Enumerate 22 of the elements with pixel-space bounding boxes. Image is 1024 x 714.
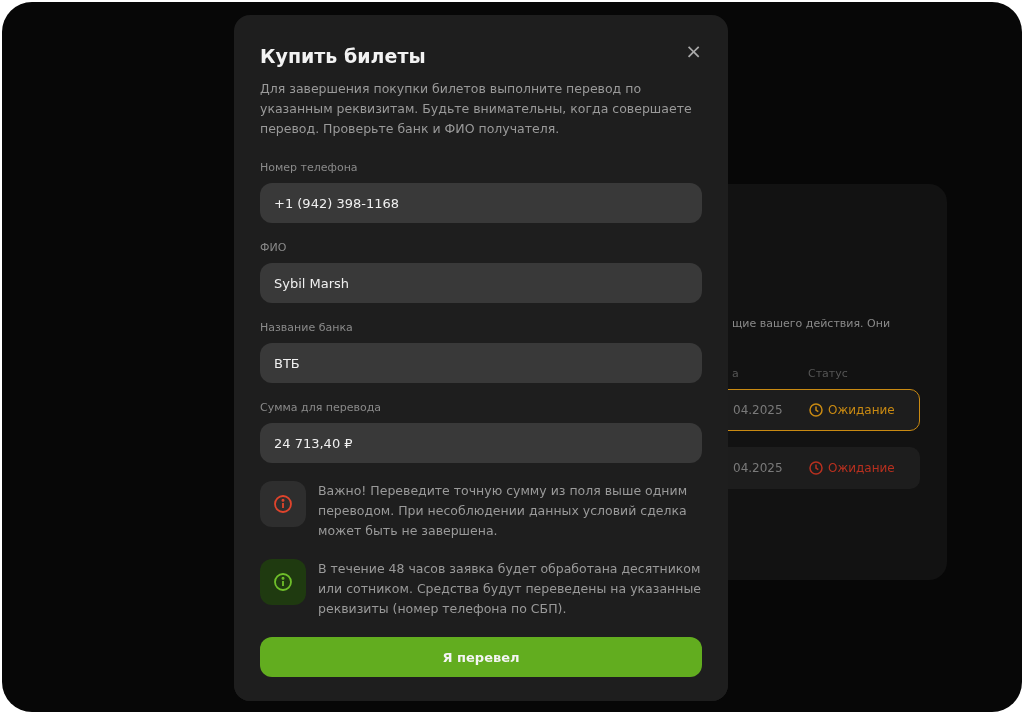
status-text: Ожидание	[828, 403, 895, 417]
field-label: Название банка	[260, 321, 354, 334]
date-cell-text: 04.2025	[733, 403, 784, 417]
input-field[interactable]: +1 (942) 398-1168	[260, 183, 702, 223]
column-header: Статус	[808, 366, 848, 380]
close-button[interactable]: ×	[685, 41, 702, 61]
modal-title: Купить билеты	[260, 45, 426, 67]
input-field[interactable]: ВТБ	[260, 343, 702, 383]
input-field[interactable]: Sybil Marsh	[260, 263, 702, 303]
column-header: а	[732, 366, 740, 380]
info-icon	[260, 559, 306, 605]
note-text: В течение 48 часов заявка будет обработана десятником или сотником. Средства будут переведены на указанные реквизиты (номер телефона по СБП).	[318, 560, 702, 618]
date-cell-text: 04.2025	[733, 461, 784, 475]
warning-icon	[260, 481, 306, 527]
field-label: Номер телефона	[260, 161, 359, 174]
field-label: Сумма для перевода	[260, 401, 383, 414]
input-field[interactable]: 24 713,40 ₽	[260, 423, 702, 463]
card-text: щие вашего действия. Они	[732, 317, 892, 332]
field-label: ФИО	[260, 241, 288, 254]
status-text: Ожидание	[828, 461, 895, 475]
description: Для завершения покупки билетов выполните перевод по указанным реквизитам. Будьте внимательны, когда совершаете перевод. Проверьте банк и ФИО получателя.	[260, 80, 693, 138]
note-text: Важно! Переведите точную сумму из поля выше одним переводом. При несоблюдении данных условий сделка может быть не завершена.	[318, 482, 689, 540]
